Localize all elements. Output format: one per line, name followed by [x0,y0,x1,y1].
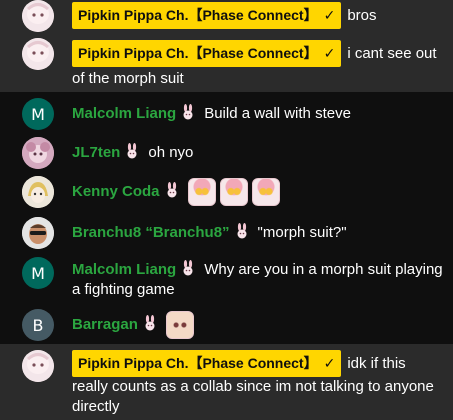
author-name[interactable]: JL7ten [72,144,120,161]
avatar-letter: M [31,104,45,124]
checkmark-icon: ✓ [323,46,336,62]
author-name[interactable]: Malcolm Liang [72,105,176,122]
chat-message: M Malcolm Liang Why are you in a morph su… [0,255,453,305]
chat-message: Pipkin Pippa Ch.【Phase Connect】 ✓ i cant s… [0,32,453,92]
avatar[interactable] [22,217,54,249]
chat-message: JL7ten oh nyo [0,136,453,170]
avatar[interactable] [22,0,54,32]
avatar[interactable]: M [22,98,54,130]
member-bunny-badge [145,314,155,331]
author-name: Pipkin Pippa Ch.【Phase Connect】 [78,7,318,23]
author-name[interactable]: Kenny Coda [72,183,160,200]
message-text: oh nyo [148,144,194,161]
pippa-face-emote[interactable] [165,311,194,339]
message-text: "morph suit?" [257,224,347,241]
avatar[interactable] [22,350,54,382]
member-bunny-badge [237,223,247,239]
message-text: Build a wall with steve [204,105,351,122]
author-name[interactable]: Branchu8 “Branchu8” [72,224,230,241]
chat-message: Pipkin Pippa Ch.【Phase Connect】 ✓ bros [0,0,453,32]
author-chip-owner[interactable]: Pipkin Pippa Ch.【Phase Connect】 ✓ [72,2,342,29]
author-chip-owner[interactable]: Pipkin Pippa Ch.【Phase Connect】 ✓ [72,40,342,67]
pippa-emote[interactable] [219,178,248,206]
avatar[interactable] [22,137,54,169]
avatar-letter: B [32,315,44,335]
avatar[interactable]: M [22,257,54,289]
message-text: bros [347,7,377,24]
member-bunny-badge [183,260,193,276]
pippa-emote[interactable] [187,178,216,206]
avatar[interactable]: B [22,309,54,341]
author-chip-owner[interactable]: Pipkin Pippa Ch.【Phase Connect】 ✓ [72,350,342,377]
author-name: Pipkin Pippa Ch.【Phase Connect】 [78,355,318,371]
member-bunny-badge [127,143,137,159]
pippa-emote[interactable] [251,178,280,206]
checkmark-icon: ✓ [323,356,336,372]
chat-message: Pipkin Pippa Ch.【Phase Connect】 ✓ idk if t… [0,344,453,420]
author-name[interactable]: Malcolm Liang [72,261,176,278]
avatar[interactable] [22,176,54,208]
chat-message: Kenny Coda [0,174,453,210]
chat-message: M Malcolm Liang Build a wall with steve [0,97,453,131]
member-bunny-badge [183,104,193,120]
chat-message: B Barragan [0,306,453,342]
member-bunny-badge [167,181,177,198]
author-name[interactable]: Barragan [72,316,138,333]
chat-message: Branchu8 “Branchu8” "morph suit?" [0,216,453,250]
checkmark-icon: ✓ [323,8,336,24]
author-name: Pipkin Pippa Ch.【Phase Connect】 [78,45,318,61]
avatar[interactable] [22,38,54,70]
avatar-letter: M [31,263,45,283]
